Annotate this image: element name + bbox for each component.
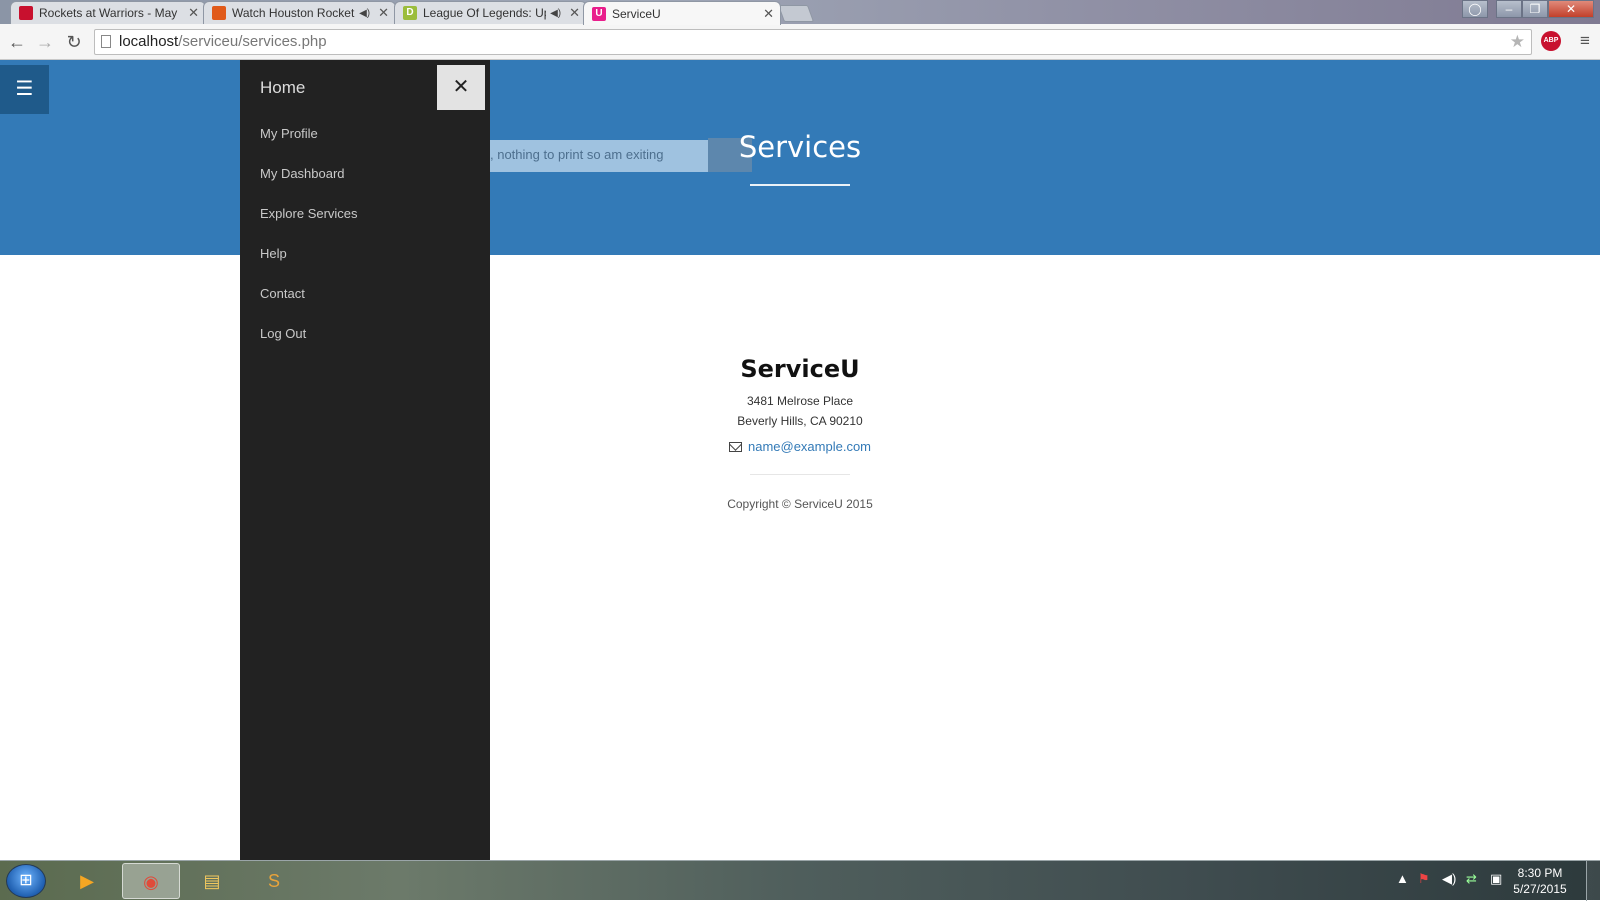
bookmark-star-icon[interactable]: ★ — [1510, 30, 1525, 54]
minimize-button[interactable]: – — [1496, 0, 1522, 18]
page-viewport: , nothing to print so am exiting Service… — [0, 60, 1600, 860]
speaker-icon: ◀) — [359, 7, 371, 19]
sidebar-menu: Home ✕ My Profile My Dashboard Explore S… — [240, 60, 490, 860]
sidebar-item-help[interactable]: Help — [260, 246, 287, 261]
window-close-button[interactable]: ✕ — [1548, 0, 1594, 18]
sidebar-item-my-profile[interactable]: My Profile — [260, 126, 318, 141]
chrome-icon[interactable]: ◉ — [122, 863, 180, 899]
taskbar: ⊞ ▶ ◉ ▤ S ▲ ⚑ ◀) ⇄ ▣ 8:30 PM 5/27/2015 — [0, 860, 1600, 901]
network-icon[interactable]: ▣ — [1490, 871, 1502, 887]
site-favicon-icon — [212, 6, 226, 20]
browser-menu-icon[interactable]: ≡ — [1574, 30, 1596, 52]
browser-toolbar: ← → ↻ localhost/serviceu/services.php ★ … — [0, 24, 1600, 60]
browser-tab-strip: Rockets at Warriors - May ✕ Watch Housto… — [0, 0, 1600, 25]
sidebar-close-button[interactable]: ✕ — [437, 65, 485, 110]
email-link[interactable]: name@example.com — [748, 439, 871, 454]
sidebar-item-contact[interactable]: Contact — [260, 286, 305, 301]
system-clock[interactable]: 8:30 PM 5/27/2015 — [1508, 865, 1572, 897]
url-host: localhost — [119, 33, 179, 50]
forward-arrow-icon[interactable]: → — [33, 30, 57, 54]
user-profile-icon[interactable]: ◯ — [1462, 0, 1488, 18]
sidebar-item-log-out[interactable]: Log Out — [260, 326, 306, 341]
envelope-icon — [728, 442, 742, 452]
sidebar-item-explore-services[interactable]: Explore Services — [260, 206, 358, 221]
tab-title: ServiceU — [612, 6, 661, 21]
clock-time: 8:30 PM — [1517, 866, 1563, 880]
tab-title: League Of Legends: Up — [423, 6, 547, 20]
footer-divider — [750, 474, 850, 475]
browser-tab[interactable]: Watch Houston Rocket ◀) ✕ — [203, 1, 396, 24]
close-icon: ✕ — [452, 76, 470, 98]
site-favicon-icon: D — [403, 6, 417, 20]
menu-toggle-button[interactable]: ☰ — [0, 65, 49, 114]
close-icon[interactable]: ✕ — [188, 5, 199, 21]
media-player-icon[interactable]: ▶ — [58, 863, 116, 899]
tab-title: Rockets at Warriors - May — [39, 6, 178, 20]
action-center-flag-icon[interactable]: ⚑ — [1418, 871, 1430, 887]
serviceu-favicon-icon: U — [592, 6, 606, 21]
browser-tab[interactable]: D League Of Legends: Up ◀) ✕ — [394, 1, 587, 24]
page-icon — [101, 35, 111, 48]
sublime-text-icon[interactable]: S — [245, 863, 303, 899]
close-icon[interactable]: ✕ — [378, 5, 389, 21]
address-bar[interactable]: localhost/serviceu/services.php ★ — [94, 29, 1532, 55]
url-path: /serviceu/services.php — [178, 33, 327, 50]
reload-icon[interactable]: ↻ — [62, 30, 86, 54]
browser-tab-active[interactable]: U ServiceU ✕ — [583, 1, 781, 25]
show-hidden-icons[interactable]: ▲ — [1396, 871, 1409, 886]
clock-date: 5/27/2015 — [1513, 882, 1567, 896]
start-button[interactable]: ⊞ — [6, 864, 46, 898]
volume-icon[interactable]: ◀) — [1442, 871, 1456, 887]
new-tab-button[interactable] — [777, 5, 815, 22]
title-divider — [750, 184, 850, 186]
hamburger-icon: ☰ — [15, 78, 34, 100]
nba-favicon-icon — [19, 6, 33, 20]
close-icon[interactable]: ✕ — [569, 5, 580, 21]
show-desktop-button[interactable] — [1586, 861, 1600, 901]
tab-title: Watch Houston Rocket — [232, 6, 355, 20]
sidebar-item-home[interactable]: Home — [260, 78, 305, 98]
maximize-button[interactable]: ❐ — [1522, 0, 1548, 18]
adblock-plus-icon[interactable]: ABP — [1541, 31, 1561, 51]
close-icon[interactable]: ✕ — [763, 6, 774, 22]
browser-tab[interactable]: Rockets at Warriors - May ✕ — [10, 1, 206, 24]
speaker-icon: ◀) — [550, 7, 562, 19]
sync-icon[interactable]: ⇄ — [1466, 871, 1477, 887]
sidebar-item-my-dashboard[interactable]: My Dashboard — [260, 166, 345, 181]
file-explorer-icon[interactable]: ▤ — [183, 863, 241, 899]
back-arrow-icon[interactable]: ← — [5, 30, 29, 54]
